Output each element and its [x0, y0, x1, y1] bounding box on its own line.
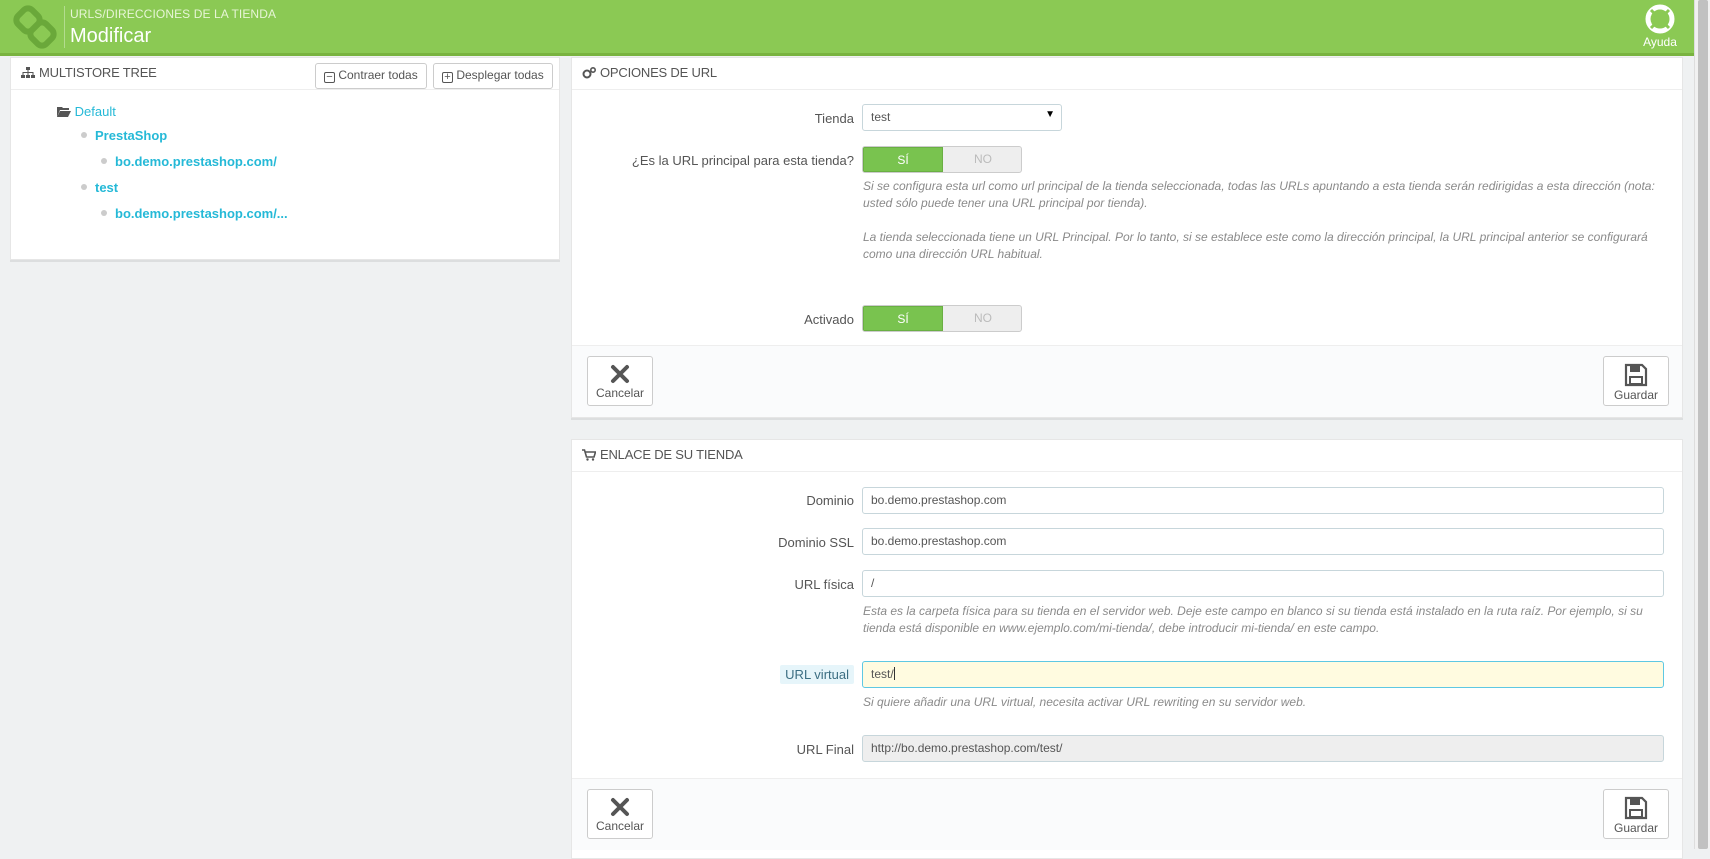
- bullet-icon: [81, 184, 87, 190]
- help-label: Ayuda: [1643, 35, 1677, 49]
- cancel-label: Cancelar: [595, 386, 645, 400]
- page-header: URLS/DIRECCIONES DE LA TIENDA Modificar …: [0, 0, 1694, 56]
- floppy-disk-icon: [1624, 796, 1648, 820]
- caret-down-icon: ▼: [1045, 109, 1055, 120]
- tree-url-link[interactable]: bo.demo.prestashop.com/: [115, 154, 277, 169]
- lifebuoy-icon: [1645, 4, 1675, 34]
- cancel-button[interactable]: Cancelar: [587, 789, 653, 839]
- breadcrumb: URLS/DIRECCIONES DE LA TIENDA: [70, 7, 277, 21]
- minus-square-icon: −: [324, 72, 335, 83]
- tree-heading-text: MULTISTORE TREE: [39, 65, 157, 80]
- save-button[interactable]: Guardar: [1603, 789, 1669, 839]
- domain-input[interactable]: bo.demo.prestashop.com: [862, 487, 1664, 514]
- enabled-yes[interactable]: SÍ: [863, 306, 943, 331]
- physical-url-help: Esta es la carpeta física para su tienda…: [863, 604, 1643, 635]
- tree-node-url[interactable]: bo.demo.prestashop.com/: [101, 154, 277, 169]
- bullet-icon: [101, 210, 107, 216]
- url-options-heading: OPCIONES DE URL: [572, 58, 1682, 90]
- plus-square-icon: +: [442, 72, 453, 83]
- url-options-footer: Cancelar Guardar: [572, 345, 1682, 417]
- tree-shop-link[interactable]: test: [95, 180, 118, 195]
- save-label: Guardar: [1613, 388, 1659, 402]
- physical-url-input[interactable]: /: [862, 570, 1664, 597]
- ssl-domain-label: Dominio SSL: [778, 535, 854, 550]
- save-label: Guardar: [1613, 821, 1659, 835]
- text-cursor: [893, 667, 895, 680]
- main-url-yes[interactable]: SÍ: [863, 147, 943, 172]
- floppy-disk-icon: [1624, 363, 1648, 387]
- collapse-all-button[interactable]: − Contraer todas: [315, 63, 427, 89]
- shop-link-heading-text: ENLACE DE SU TIENDA: [600, 447, 743, 462]
- virtual-url-value: test/: [871, 667, 894, 681]
- save-button[interactable]: Guardar: [1603, 356, 1669, 406]
- physical-url-label: URL física: [794, 577, 854, 592]
- close-icon: [611, 798, 629, 816]
- enabled-switch[interactable]: SÍ NO: [862, 305, 1022, 332]
- ssl-domain-input[interactable]: bo.demo.prestashop.com: [862, 528, 1664, 555]
- final-url-label: URL Final: [796, 742, 854, 757]
- virtual-url-label: URL virtual: [780, 665, 854, 684]
- expand-all-label: Desplegar todas: [456, 68, 544, 82]
- enabled-no[interactable]: NO: [943, 306, 1021, 331]
- shop-select[interactable]: test ▼: [862, 104, 1062, 131]
- virtual-url-label-wrap: URL virtual: [572, 665, 854, 684]
- tree-url-link[interactable]: bo.demo.prestashop.com/...: [115, 206, 288, 221]
- main-url-label: ¿Es la URL principal para esta tienda?: [631, 153, 854, 168]
- shop-select-value: test: [871, 110, 891, 124]
- header-separator: [64, 6, 65, 48]
- help-button[interactable]: Ayuda: [1638, 4, 1682, 49]
- shop-link-heading: ENLACE DE SU TIENDA: [572, 440, 1682, 472]
- bullet-icon: [101, 158, 107, 164]
- url-options-panel: OPCIONES DE URL Tienda test ▼ ¿Es la URL…: [571, 57, 1683, 418]
- tree-node-url[interactable]: bo.demo.prestashop.com/...: [101, 206, 288, 221]
- tree-group-link[interactable]: Default: [75, 104, 116, 119]
- close-icon: [611, 365, 629, 383]
- multistore-tree-panel: MULTISTORE TREE − Contraer todas + Despl…: [10, 57, 560, 260]
- virtual-url-help: Si quiere añadir una URL virtual, necesi…: [863, 695, 1307, 709]
- shop-link-panel: ENLACE DE SU TIENDA Dominio bo.demo.pres…: [571, 439, 1683, 859]
- vertical-scrollbar[interactable]: [1694, 0, 1710, 849]
- cancel-button[interactable]: Cancelar: [587, 356, 653, 406]
- link-chain-icon: [13, 5, 57, 49]
- main-url-switch[interactable]: SÍ NO: [862, 146, 1022, 173]
- shop-link-footer: Cancelar Guardar: [572, 778, 1682, 850]
- virtual-url-input[interactable]: test/: [862, 661, 1664, 688]
- cancel-label: Cancelar: [595, 819, 645, 833]
- tree-node-group[interactable]: Default: [57, 104, 116, 119]
- scrollbar-thumb[interactable]: [1698, 0, 1708, 849]
- expand-all-button[interactable]: + Desplegar todas: [433, 63, 553, 89]
- shopping-cart-icon: [582, 449, 597, 461]
- domain-label: Dominio: [806, 493, 854, 508]
- folder-open-icon: [57, 107, 71, 117]
- tree-node-shop[interactable]: PrestaShop: [81, 128, 167, 143]
- enabled-label: Activado: [804, 312, 854, 327]
- shop-label: Tienda: [814, 111, 854, 126]
- page-title: Modificar: [70, 25, 152, 47]
- main-url-help: Si se configura esta url como url princi…: [863, 179, 1655, 210]
- main-url-note: La tienda seleccionada tiene un URL Prin…: [863, 230, 1648, 261]
- bullet-icon: [81, 132, 87, 138]
- gears-icon: [582, 66, 597, 79]
- main-url-no[interactable]: NO: [943, 147, 1021, 172]
- collapse-all-label: Contraer todas: [338, 68, 418, 82]
- url-options-heading-text: OPCIONES DE URL: [600, 65, 717, 80]
- tree-node-shop[interactable]: test: [81, 180, 118, 195]
- sitemap-icon: [21, 67, 35, 78]
- final-url-input: http://bo.demo.prestashop.com/test/: [862, 735, 1664, 762]
- tree-shop-link[interactable]: PrestaShop: [95, 128, 167, 143]
